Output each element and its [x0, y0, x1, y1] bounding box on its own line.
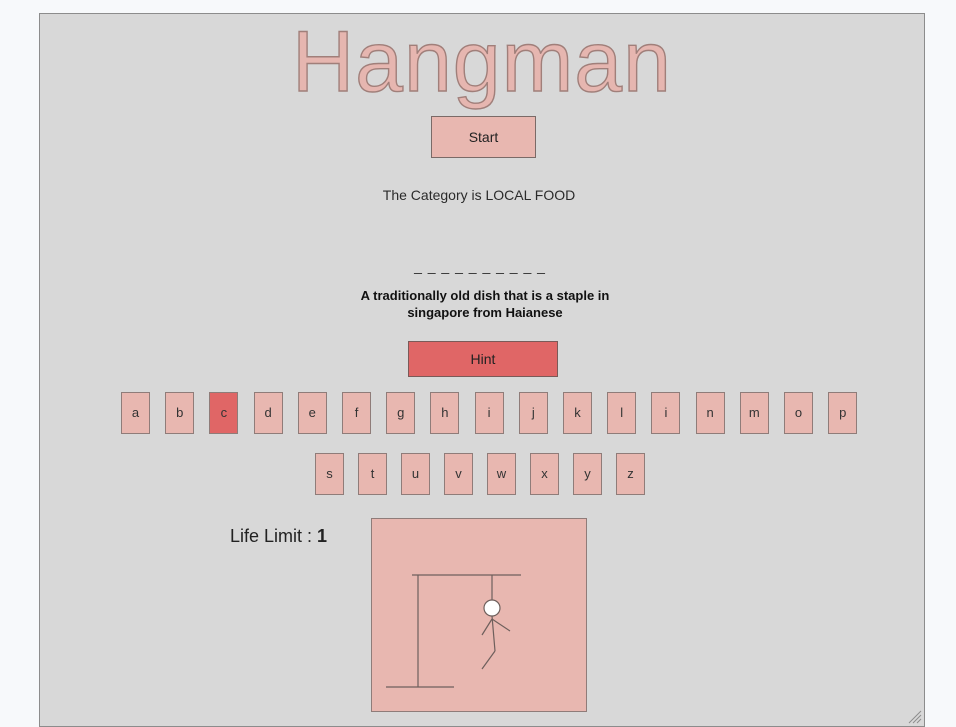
life-label: Life Limit : [230, 526, 318, 546]
hangman-drawing [371, 518, 587, 712]
key-v[interactable]: v [444, 453, 473, 495]
key-f[interactable]: f [342, 392, 371, 434]
key-l[interactable]: l [607, 392, 637, 434]
key-e[interactable]: e [297, 392, 327, 434]
key-w[interactable]: w [487, 453, 516, 495]
key-j[interactable]: j [518, 392, 548, 434]
key-h[interactable]: h [430, 392, 460, 434]
key-t[interactable]: t [358, 453, 387, 495]
life-limit: Life Limit : 1 [230, 526, 327, 547]
page-title: Hangman [291, 13, 672, 110]
word-blanks: _ _ _ _ _ _ _ _ _ _ [414, 258, 546, 274]
keyboard-row-2: stuvwxyz [315, 453, 655, 497]
key-u[interactable]: u [401, 453, 430, 495]
gallows-svg [386, 574, 521, 688]
hangman-head [483, 599, 501, 617]
category-text: The Category is LOCAL FOOD [382, 187, 576, 203]
key-d[interactable]: d [253, 392, 283, 434]
clue-text: A traditionally old dish that is a stapl… [360, 288, 610, 320]
hangman-right-arm [491, 618, 511, 632]
start-button[interactable]: Start [431, 116, 536, 158]
key-p[interactable]: p [828, 392, 858, 434]
key-a[interactable]: a [121, 392, 150, 434]
hangman-left-leg [481, 650, 496, 670]
key-n[interactable]: n [695, 392, 725, 434]
key-m[interactable]: m [739, 392, 769, 434]
key-b[interactable]: b [165, 392, 195, 434]
key-i[interactable]: i [651, 392, 681, 434]
game-panel: Hangman Start The Category is LOCAL FOOD… [39, 13, 925, 727]
key-y[interactable]: y [573, 453, 602, 495]
key-x[interactable]: x [530, 453, 559, 495]
resize-handle-icon[interactable] [906, 708, 922, 724]
key-o[interactable]: o [784, 392, 813, 434]
hint-button[interactable]: Hint [408, 341, 558, 377]
key-s[interactable]: s [315, 453, 344, 495]
key-k[interactable]: k [563, 392, 592, 434]
key-z[interactable]: z [616, 453, 645, 495]
key-i[interactable]: i [474, 392, 504, 434]
keyboard-row-1: abcdefghijklinmop [121, 392, 858, 436]
key-c[interactable]: c [209, 392, 239, 434]
key-g[interactable]: g [386, 392, 416, 434]
life-value: 1 [317, 526, 328, 546]
hangman-left-arm [481, 618, 493, 636]
